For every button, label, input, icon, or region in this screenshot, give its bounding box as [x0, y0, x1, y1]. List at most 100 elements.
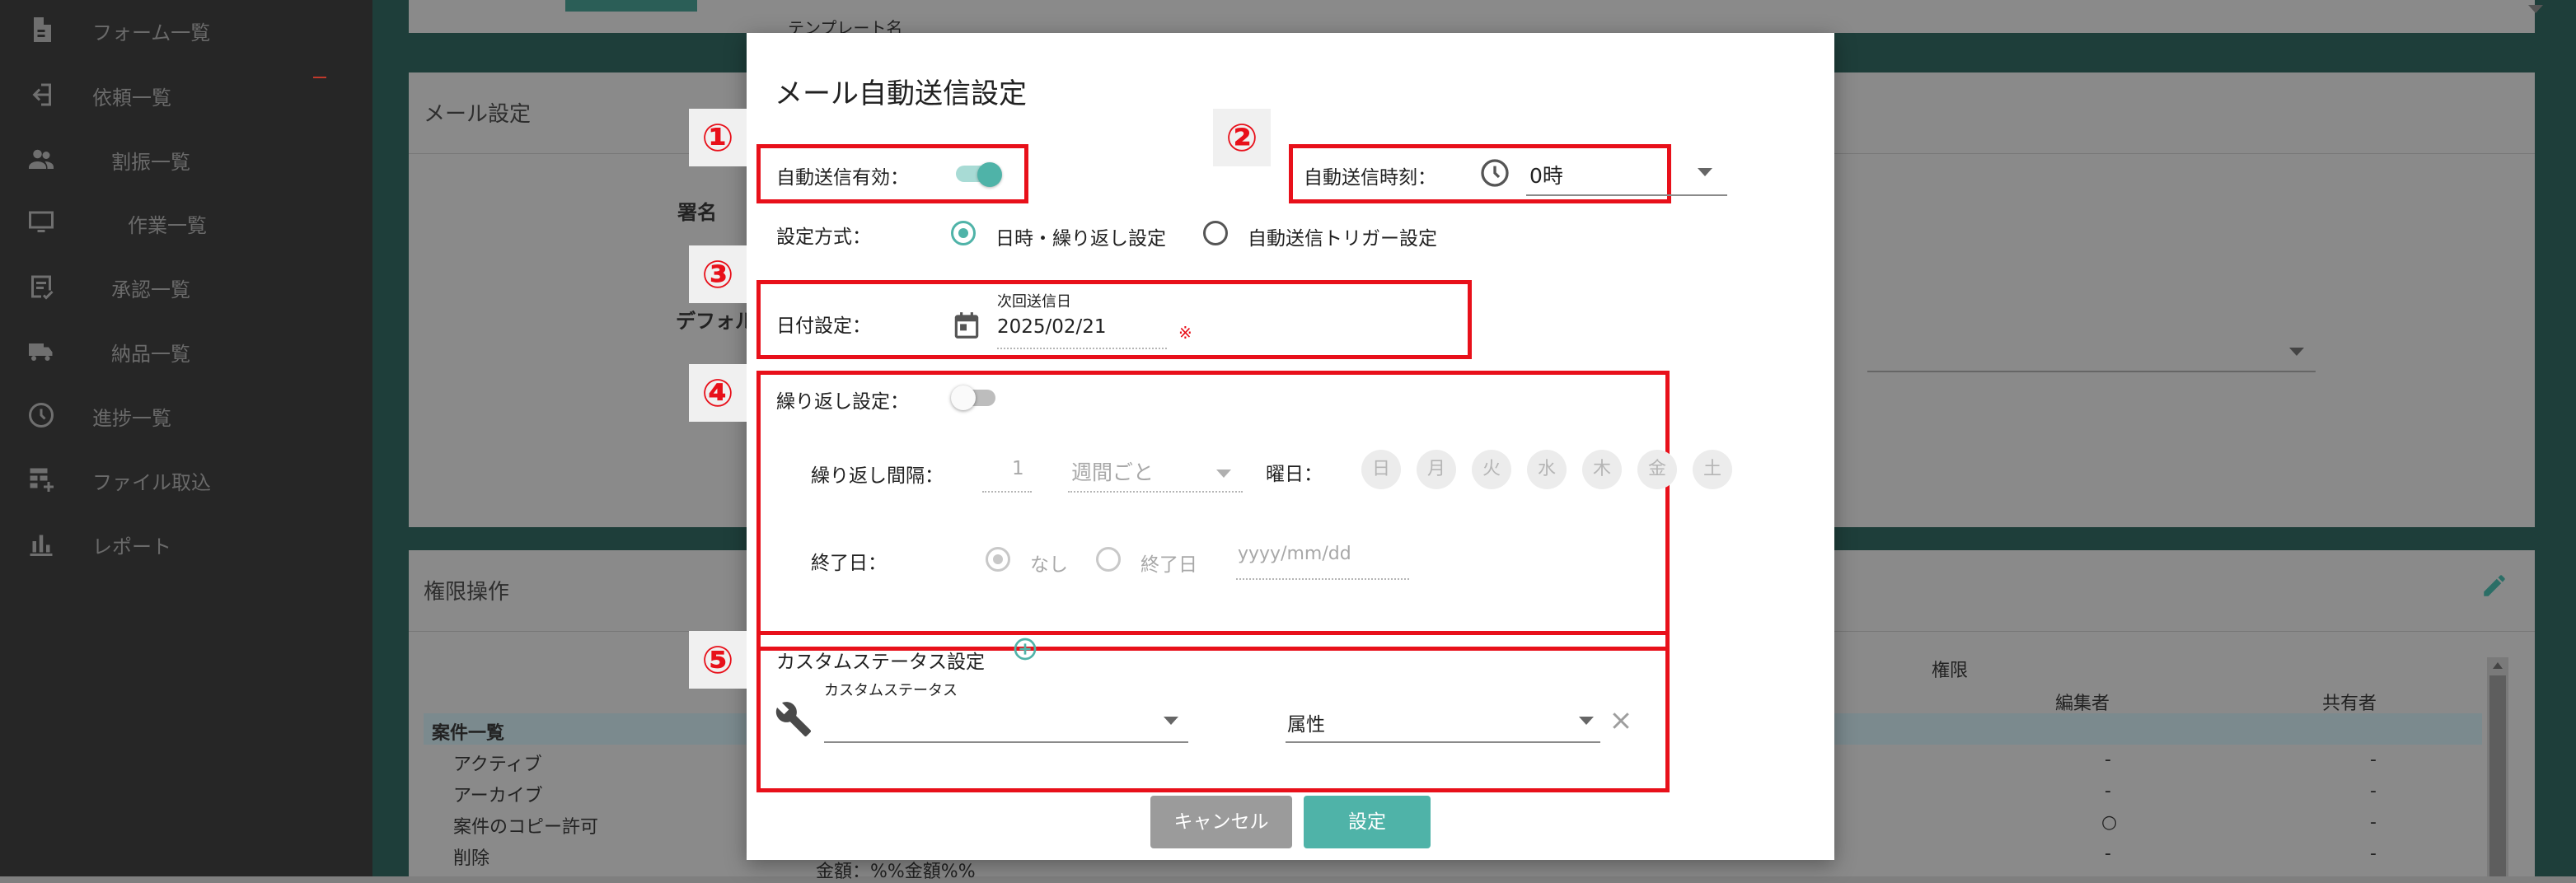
sidebar-item-deliveries[interactable]: 納品一覧 [0, 326, 372, 376]
end-date-option-date[interactable]: 終了日 [1140, 549, 1197, 577]
calendar-icon [954, 312, 979, 339]
row-label: 削除 [453, 848, 490, 869]
sidebar-item-label: 作業一覧 [128, 214, 207, 237]
chevron-down-icon [1216, 470, 1231, 478]
close-icon[interactable] [1609, 708, 1633, 733]
end-date-radio-none[interactable] [986, 547, 1010, 572]
repeat-interval-label: 繰り返し間隔： [811, 465, 944, 487]
chevron-down-icon [1698, 168, 1712, 176]
column-header-editor: 編集者 [2055, 694, 2110, 714]
repeat-label: 繰り返し設定： [776, 391, 909, 413]
repeat-toggle[interactable] [951, 385, 997, 410]
toggle-thumb [951, 385, 976, 410]
mail-settings-title: メール設定 [424, 102, 532, 127]
row-editor-value: - [2105, 843, 2111, 864]
chevron-down-icon [1579, 717, 1594, 725]
weekday-sun[interactable]: 日 [1361, 450, 1401, 489]
sidebar-item-forms[interactable]: フォーム一覧 [0, 5, 372, 54]
sidebar-item-file-import[interactable]: ファイル取込 [0, 455, 372, 504]
row-label: アクティブ [453, 755, 542, 775]
method-option-datetime[interactable]: 日時・繰り返し設定 [995, 222, 1166, 250]
history-icon [29, 403, 54, 427]
sidebar-item-tasks[interactable]: 作業一覧 [0, 198, 372, 247]
add-circle-icon[interactable] [1012, 636, 1038, 662]
scrollbar-thumb[interactable] [2489, 675, 2506, 876]
sidebar-item-label: ファイル取込 [92, 471, 211, 494]
sidebar-item-label: 承認一覧 [111, 278, 190, 301]
people-icon [29, 149, 54, 169]
callout-badge-4: ④ [689, 364, 747, 422]
default-select[interactable] [1867, 371, 2316, 372]
callout-badge-2: ② [1213, 109, 1271, 166]
date-setting-label: 日付設定： [776, 315, 871, 337]
sidebar-item-label: フォーム一覧 [92, 21, 211, 44]
submit-button[interactable]: 設定 [1304, 796, 1431, 848]
method-option-trigger[interactable]: 自動送信トリガー設定 [1248, 222, 1437, 250]
amount-text: 金額：%%金額%% [816, 862, 976, 882]
row-label: 案件のコピー許可 [453, 817, 599, 838]
cancel-button[interactable]: キャンセル [1150, 796, 1292, 848]
weekday-mon[interactable]: 月 [1417, 450, 1456, 489]
edit-icon[interactable] [2480, 572, 2508, 600]
sidebar-item-requests[interactable]: 依頼一覧 [0, 70, 372, 119]
save-button[interactable] [565, 0, 697, 12]
field-underline [1526, 194, 1727, 196]
sidebar-item-assignments[interactable]: 割振一覧 [0, 134, 372, 184]
sidebar-item-label: 依頼一覧 [92, 86, 171, 110]
callout-badge-1: ① [689, 109, 747, 166]
end-date-option-none[interactable]: なし [1030, 549, 1068, 577]
table-scrollbar[interactable] [2487, 657, 2508, 876]
next-send-date-label: 次回送信日 [997, 293, 1071, 311]
field-underline [982, 491, 1032, 493]
method-radio-datetime[interactable] [951, 221, 976, 245]
repeat-interval-input[interactable]: 1 [982, 455, 1032, 493]
repeat-unit-select[interactable]: 週間ごと [1068, 451, 1243, 493]
login-icon [32, 83, 51, 106]
template-panel: テンプレート名 [409, 0, 2543, 38]
permissions-group-header: 権限 [1932, 661, 1969, 681]
sidebar-item-approvals[interactable]: 承認一覧 [0, 262, 372, 311]
method-label: 設定方式： [776, 227, 871, 248]
sidebar-item-label: 割振一覧 [111, 151, 190, 174]
weekday-thu[interactable]: 木 [1582, 450, 1622, 489]
weekday-tue[interactable]: 火 [1472, 450, 1511, 489]
repeat-unit-value: 週間ごと [1071, 460, 1155, 484]
chevron-down-icon[interactable] [2528, 5, 2543, 13]
end-date-placeholder: yyyy/mm/dd [1238, 544, 1351, 564]
sidebar-item-reports[interactable]: レポート [0, 519, 372, 568]
next-send-date-value: 2025/02/21 [997, 316, 1107, 338]
required-mark: ※ [1178, 323, 1192, 343]
sidebar: フォーム一覧 依頼一覧 割振一覧 作業一覧 承認一覧 納品一覧 進捗一覧 ファイ… [0, 0, 372, 876]
field-underline [997, 348, 1167, 349]
default-label: デフォル [676, 310, 755, 333]
auto-send-toggle[interactable] [956, 162, 1002, 187]
monitor-icon [29, 211, 54, 232]
row-sharer-value: - [2370, 812, 2377, 833]
end-date-input[interactable]: yyyy/mm/dd [1236, 540, 1409, 580]
field-underline [1068, 491, 1243, 493]
weekday-fri[interactable]: 金 [1637, 450, 1677, 489]
send-time-select[interactable]: 0時 [1526, 153, 1727, 196]
callout-badge-5: ⑤ [689, 631, 747, 689]
attribute-select[interactable]: 属性 [1286, 700, 1600, 743]
method-radio-trigger[interactable] [1203, 221, 1228, 245]
row-editor-value: - [2105, 750, 2111, 770]
custom-status-select[interactable] [824, 700, 1266, 743]
sidebar-item-progress[interactable]: 進捗一覧 [0, 390, 372, 440]
table-add-icon [30, 468, 54, 492]
sidebar-item-label: 納品一覧 [111, 343, 190, 366]
scroll-up-icon[interactable] [2493, 662, 2503, 669]
auto-send-time-label: 自動送信時刻： [1304, 167, 1436, 189]
bar-chart-icon [30, 535, 53, 556]
weekday-sat[interactable]: 土 [1693, 450, 1732, 489]
end-date-radio-date[interactable] [1096, 547, 1121, 572]
document-icon [34, 17, 51, 42]
weekday-wed[interactable]: 水 [1527, 450, 1567, 489]
chevron-down-icon[interactable] [2289, 348, 2304, 356]
send-time-value: 0時 [1529, 164, 1563, 188]
next-send-date-input[interactable]: 2025/02/21 [997, 315, 1167, 349]
field-underline [1286, 741, 1600, 743]
row-editor-value: ○ [2101, 812, 2118, 833]
end-date-label: 終了日： [811, 553, 887, 574]
row-editor-value: - [2105, 781, 2111, 801]
